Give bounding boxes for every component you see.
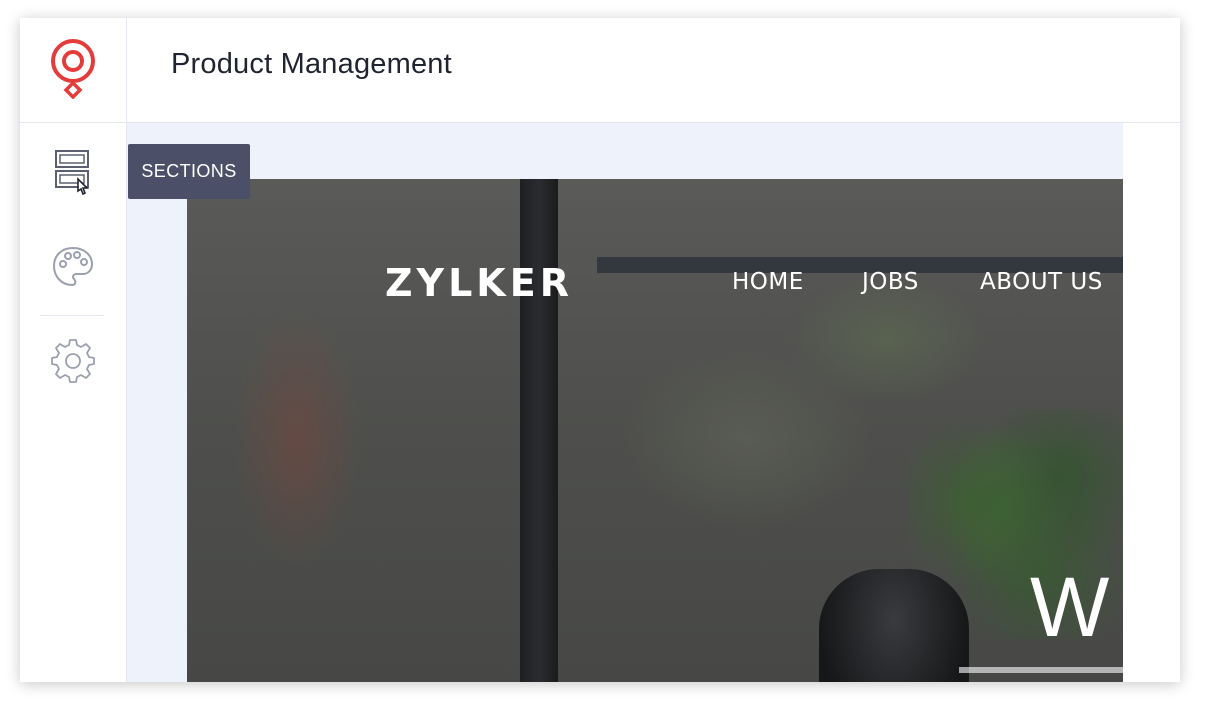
sections-tooltip: SECTIONS xyxy=(128,144,250,199)
gear-icon xyxy=(51,338,95,388)
sections-icon xyxy=(50,147,96,208)
sidebar xyxy=(20,18,127,682)
page-title: Product Management xyxy=(171,48,452,80)
site-preview[interactable]: ZYLKER HOME JOBS ABOUT US W xyxy=(187,179,1123,682)
top-header: Product Management xyxy=(127,18,1180,123)
right-gutter xyxy=(1123,123,1180,682)
app-logo-icon[interactable] xyxy=(47,37,99,104)
site-brand-logo[interactable]: ZYLKER xyxy=(385,261,573,305)
sidebar-item-themes[interactable] xyxy=(20,244,126,294)
chair-image-detail xyxy=(819,569,969,682)
palette-icon xyxy=(50,244,96,295)
hero-subheading-fragment xyxy=(959,667,1123,682)
sidebar-item-settings[interactable] xyxy=(20,338,126,388)
site-nav-home[interactable]: HOME xyxy=(732,269,804,295)
pillar-image-detail xyxy=(520,179,558,682)
hero-heading: W xyxy=(1030,560,1110,654)
sidebar-divider xyxy=(40,315,104,316)
sidebar-item-sections[interactable] xyxy=(20,146,126,208)
editor-canvas: ZYLKER HOME JOBS ABOUT US W xyxy=(127,123,1123,682)
app-window: Product Management ZYLKER HOME JOBS ABOU… xyxy=(20,18,1180,682)
logo-cell xyxy=(20,18,126,123)
site-nav-jobs[interactable]: JOBS xyxy=(862,269,919,295)
site-nav-about-us[interactable]: ABOUT US xyxy=(980,269,1103,295)
